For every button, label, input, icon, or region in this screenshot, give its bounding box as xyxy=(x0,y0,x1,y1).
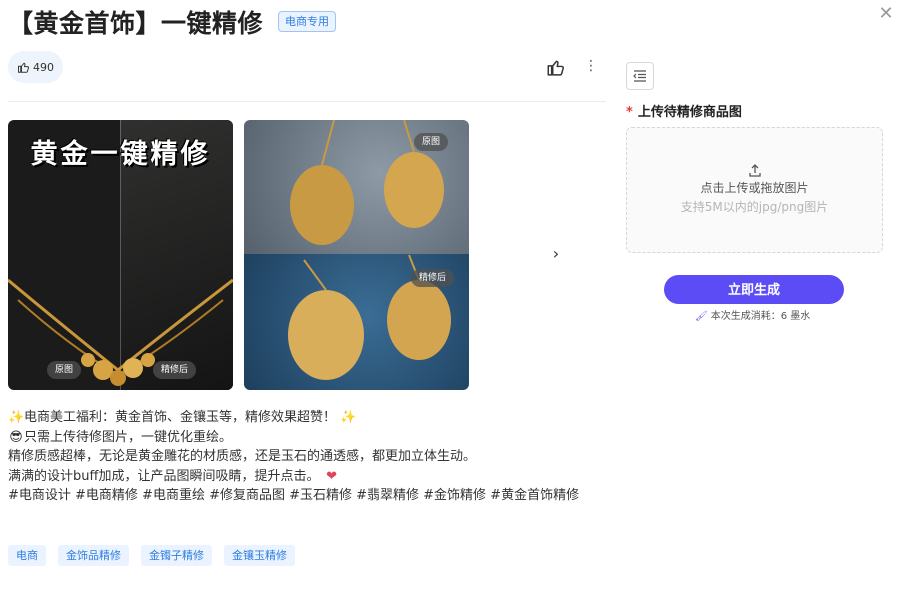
like-button[interactable]: 490 xyxy=(8,51,63,83)
upload-dropzone[interactable]: 点击上传或拖放图片 支持5M以内的jpg/png图片 xyxy=(626,127,883,253)
heart-icon: ❤ xyxy=(326,468,338,484)
like-count: 490 xyxy=(33,60,54,74)
desc-line: 😎只需上传待修图片，一键优化重绘。 xyxy=(8,428,583,448)
desc-line: ✨电商美工福利：黄金首饰、金镶玉等，精修效果超赞！ ✨ xyxy=(8,408,583,428)
upload-icon xyxy=(749,164,761,177)
close-icon[interactable]: ✕ xyxy=(878,5,894,23)
thumbs-up-icon[interactable] xyxy=(546,58,564,76)
cost-info: 🖌 本次生成消耗：6 墨水 xyxy=(695,311,811,322)
before-label: 原图 xyxy=(414,133,449,151)
tag-item[interactable]: 金饰品精修 xyxy=(58,545,129,566)
smile-sunglasses-icon: 😎 xyxy=(9,429,23,445)
generate-button[interactable]: 立即生成 xyxy=(664,275,844,304)
more-vertical-icon[interactable]: ⋮ xyxy=(583,58,599,76)
tag-item[interactable]: 金镶玉精修 xyxy=(224,545,295,566)
ecommerce-badge: 电商专用 xyxy=(278,11,336,32)
upload-main-text: 点击上传或拖放图片 xyxy=(700,181,809,195)
brush-icon: 🖌 xyxy=(695,311,708,322)
indent-icon[interactable] xyxy=(626,62,654,90)
after-label: 精修后 xyxy=(153,361,197,379)
upload-label: * 上传待精修商品图 xyxy=(626,105,742,120)
indent-glyph xyxy=(633,70,646,82)
divider xyxy=(8,101,606,102)
sparkle-icon: ✨ xyxy=(340,410,357,425)
thumbs-up-icon xyxy=(18,62,29,73)
earring-illustration xyxy=(288,120,451,380)
tag-item[interactable]: 金镯子精修 xyxy=(141,545,212,566)
after-label: 精修后 xyxy=(411,269,455,287)
desc-line: 精修质感超棒，无论是黄金雕花的材质感，还是玉石的通透感，都更加立体生动。 xyxy=(8,449,477,464)
gallery-image-necklace[interactable]: 黄金一键精修 原图 精修后 xyxy=(8,120,233,390)
chevron-right-icon[interactable]: › xyxy=(547,244,565,264)
hashtag-line: #电商设计 #电商精修 #电商重绘 #修复商品图 #玉石精修 #翡翠精修 #金饰… xyxy=(8,488,580,503)
necklace-illustration xyxy=(8,278,233,386)
desc-line: 满满的设计buff加成，让产品图瞬间吸睛，提升点击。 ❤ xyxy=(8,467,583,487)
upload-hint-text: 支持5M以内的jpg/png图片 xyxy=(680,200,829,214)
before-label: 原图 xyxy=(47,361,82,379)
tag-list: 电商 金饰品精修 金镯子精修 金镶玉精修 xyxy=(8,545,295,566)
tag-item[interactable]: 电商 xyxy=(8,545,46,566)
required-mark: * xyxy=(626,105,633,120)
page-title: 【黄金首饰】一键精修 xyxy=(8,9,264,38)
sparkle-icon: ✨ xyxy=(8,410,25,425)
gallery-image-earrings[interactable]: 原图 精修后 xyxy=(244,120,469,390)
description: ✨电商美工福利：黄金首饰、金镶玉等，精修效果超赞！ ✨ 😎只需上传待修图片，一键… xyxy=(8,408,583,506)
image-title: 黄金一键精修 xyxy=(30,139,211,170)
